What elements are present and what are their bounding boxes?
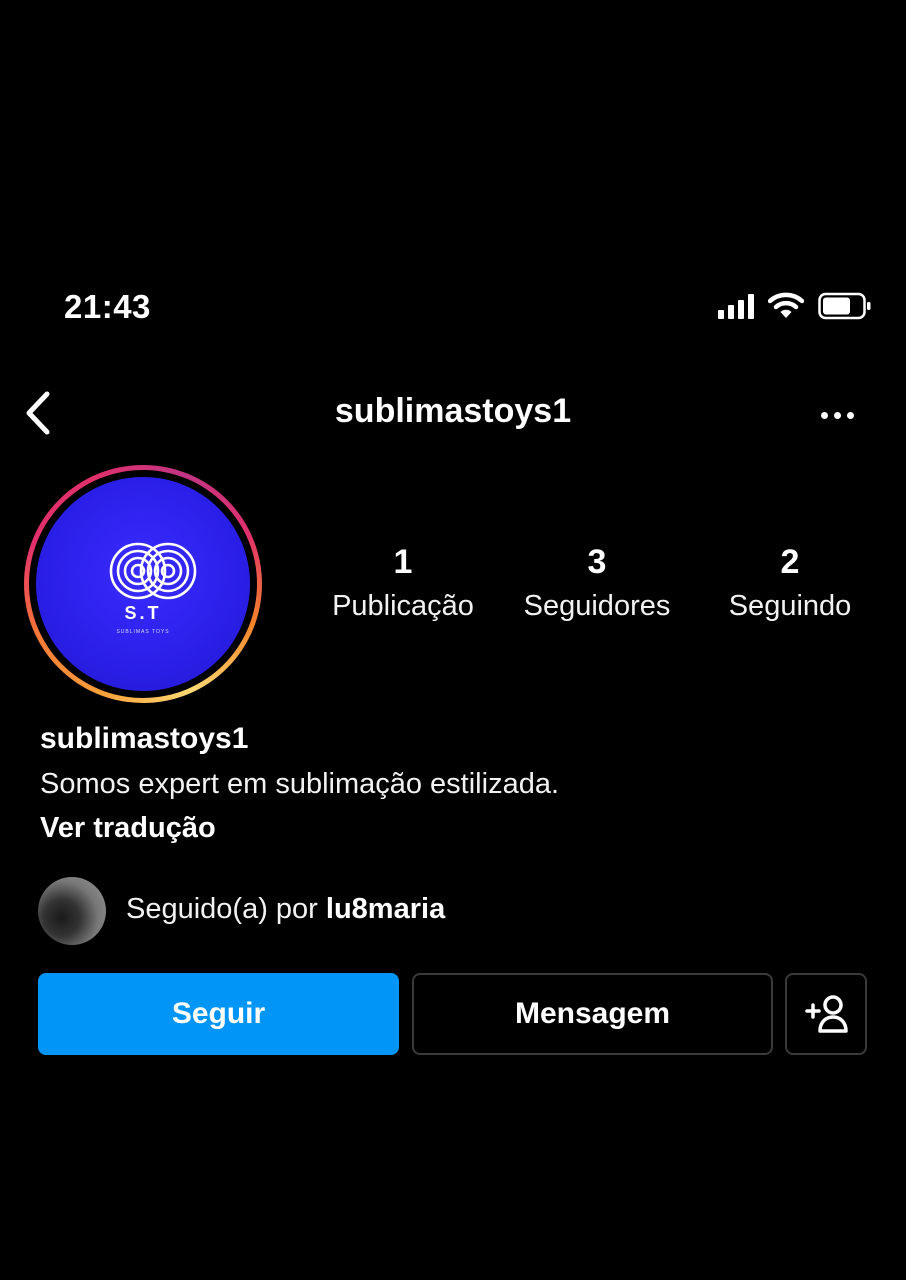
posts-label: Publicação [332,590,474,622]
wifi-icon [768,292,804,318]
status-time: 21:43 [64,288,151,325]
logo-rings-icon [109,542,197,600]
following-count: 2 [780,543,800,581]
page-title: sublimastoys1 [334,392,572,430]
profile-name: sublimastoys1 [40,722,249,755]
posts-count: 1 [393,543,413,581]
stat-following[interactable]: 2 Seguindo [712,540,868,628]
followed-by-prefix: Seguido(a) por [126,893,326,925]
see-translation-link[interactable]: Ver tradução [40,812,216,845]
follower-avatar[interactable] [38,877,106,945]
followed-by-user[interactable]: lu8maria [326,893,445,925]
battery-icon [818,292,871,320]
profile-screen: 21:43 sublimastoys1 S.T SUBLIMAS TOYS 1 … [0,0,906,1280]
follow-button[interactable]: Seguir [38,973,399,1055]
signal-icon [718,293,754,319]
message-button[interactable]: Mensagem [412,973,773,1055]
stat-posts[interactable]: 1 Publicação [316,540,490,628]
following-label: Seguindo [728,590,852,622]
more-options-button[interactable] [812,400,862,430]
profile-bio: Somos expert em sublimação estilizada. [40,768,560,800]
followed-by-text[interactable]: Seguido(a) por lu8maria [126,893,445,926]
more-horizontal-icon [820,411,828,419]
followers-label: Seguidores [523,590,671,622]
avatar-logo-text: S.T [124,603,162,623]
followers-count: 3 [587,543,607,581]
add-user-icon [805,995,848,1033]
status-icons [718,292,872,320]
avatar-image: S.T SUBLIMAS TOYS [36,477,250,691]
profile-avatar[interactable]: S.T SUBLIMAS TOYS [24,465,262,703]
stat-followers[interactable]: 3 Seguidores [506,540,688,628]
avatar-logo-subtext: SUBLIMAS TOYS [116,629,170,635]
add-user-button[interactable] [785,973,867,1055]
